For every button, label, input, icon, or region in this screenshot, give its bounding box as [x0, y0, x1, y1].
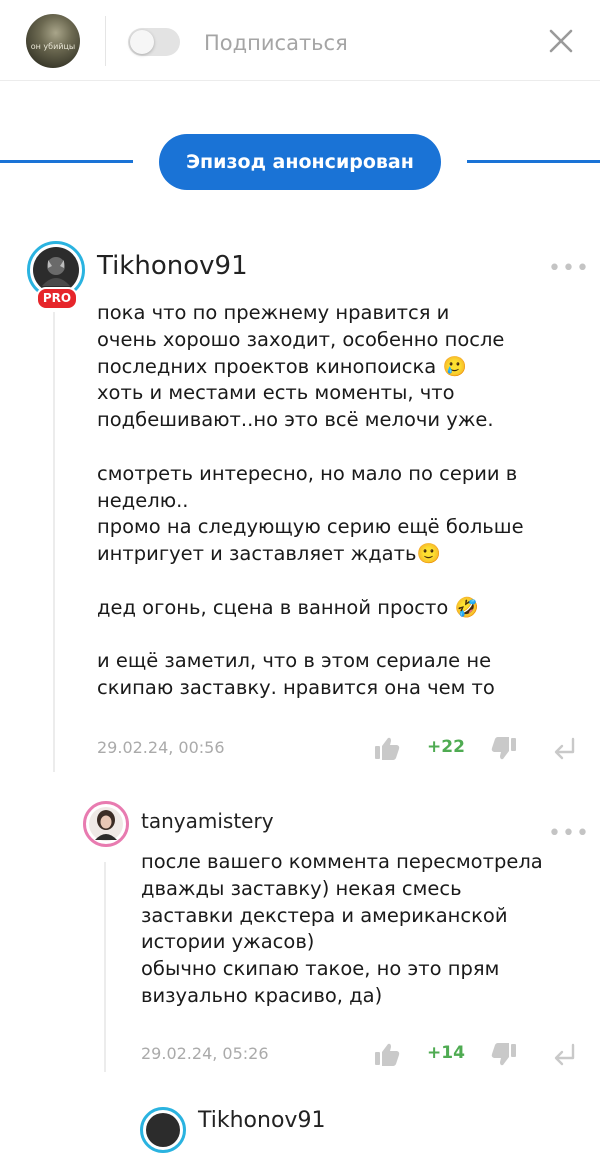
- user-photo-icon: [89, 807, 123, 841]
- thumbs-up-icon[interactable]: [373, 1041, 401, 1067]
- thumbs-up-icon[interactable]: [373, 735, 401, 761]
- more-options-icon[interactable]: •••: [548, 821, 590, 846]
- comment-timestamp: 29.02.24, 00:56: [97, 738, 225, 757]
- thumbs-down-icon[interactable]: [490, 1042, 518, 1068]
- vote-count: +14: [427, 1043, 465, 1063]
- episode-announced-badge[interactable]: Эпизод анонсирован: [159, 134, 441, 190]
- avatar-tanyamistery[interactable]: [83, 801, 129, 847]
- banner-line-left: [0, 160, 133, 163]
- thread-line: [104, 862, 106, 1072]
- vote-count: +22: [427, 737, 465, 757]
- reply-icon[interactable]: [551, 736, 577, 762]
- thread-line: [53, 312, 55, 772]
- banner-line-right: [467, 160, 600, 163]
- reply-icon[interactable]: [551, 1042, 577, 1068]
- header-divider: [105, 16, 106, 66]
- channel-avatar-caption: он убийцы: [30, 42, 76, 51]
- subscribe-label[interactable]: Подписаться: [204, 31, 348, 55]
- close-icon[interactable]: [546, 26, 576, 56]
- comment-body: пока что по прежнему нравится и очень хо…: [97, 301, 524, 700]
- avatar-tikhonov91[interactable]: [140, 1107, 186, 1153]
- comment-username[interactable]: tanyamistery: [141, 809, 274, 833]
- comment-body: после вашего коммента пересмотрела дважд…: [141, 850, 543, 1007]
- channel-avatar[interactable]: он убийцы: [26, 14, 80, 68]
- top-bar: он убийцы Подписаться: [0, 0, 600, 81]
- pro-badge: PRO: [36, 287, 78, 310]
- comment-timestamp: 29.02.24, 05:26: [141, 1044, 269, 1063]
- toggle-knob: [130, 30, 154, 54]
- thumbs-down-icon[interactable]: [490, 736, 518, 762]
- comment-username[interactable]: Tikhonov91: [97, 251, 248, 281]
- more-options-icon[interactable]: •••: [548, 256, 590, 281]
- subscribe-toggle[interactable]: [128, 28, 180, 56]
- user-photo-icon: [146, 1113, 180, 1147]
